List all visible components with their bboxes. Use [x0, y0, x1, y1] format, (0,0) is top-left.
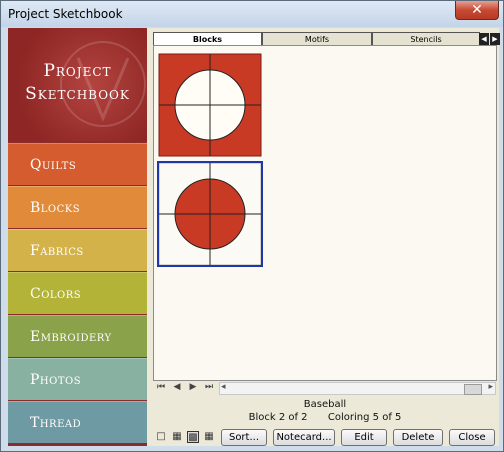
block-thumbnail-1[interactable] — [158, 53, 262, 157]
window-title: Project Sketchbook — [8, 7, 123, 21]
coloring-position: Coloring 5 of 5 — [327, 412, 402, 423]
tab-scroll-left-icon[interactable]: ◀ — [479, 33, 489, 45]
logo-line-1: Project — [43, 61, 112, 81]
block-name: Baseball — [303, 399, 347, 410]
view-small-icon[interactable]: ▩ — [187, 431, 199, 443]
sidebar-item-colors[interactable]: Colors — [8, 272, 147, 314]
block-thumbnail-2-selected[interactable] — [157, 161, 263, 267]
previous-page-icon[interactable]: ◀ — [171, 381, 183, 393]
sidebar-item-thread[interactable]: Thread — [8, 401, 147, 443]
tab-motifs[interactable]: Motifs — [262, 32, 372, 46]
tab-stencils[interactable]: Stencils — [372, 32, 480, 46]
sidebar: Project Sketchbook Quilts Blocks Fabrics… — [8, 28, 147, 446]
bottom-controls: ⏮ ◀ ▶ ⏭ ◂ ▸ Baseball Block 2 of 2 Colori… — [153, 381, 497, 446]
title-bar: Project Sketchbook ✕ — [1, 1, 503, 27]
view-tiny-icon[interactable]: ▦ — [203, 431, 215, 443]
view-medium-icon[interactable]: ▦ — [171, 431, 183, 443]
main-panel: Blocks Motifs Stencils ◀ ▶ ⏮ ◀ ▶ ⏭ ◂ ▸ B… — [147, 28, 500, 446]
delete-button[interactable]: Delete — [393, 429, 443, 446]
scrollbar-thumb[interactable] — [464, 384, 482, 395]
view-large-icon[interactable]: □ — [155, 431, 167, 443]
tab-blocks[interactable]: Blocks — [153, 32, 262, 46]
tab-bar: Blocks Motifs Stencils ◀ ▶ — [153, 32, 500, 46]
sidebar-item-fabrics[interactable]: Fabrics — [8, 229, 147, 271]
block-position: Block 2 of 2 — [248, 412, 308, 423]
first-page-icon[interactable]: ⏮ — [155, 381, 167, 393]
block-status-line: Block 2 of 2 Coloring 5 of 5 — [153, 412, 497, 423]
close-button[interactable]: Close — [449, 429, 495, 446]
baseball-block-red-icon — [158, 53, 262, 157]
sidebar-item-embroidery[interactable]: Embroidery — [8, 315, 147, 357]
edit-button[interactable]: Edit — [341, 429, 387, 446]
window-close-button[interactable]: ✕ — [455, 1, 499, 20]
last-page-icon[interactable]: ⏭ — [203, 381, 215, 393]
app-window: Project Sketchbook ✕ Project Sketchbook … — [0, 0, 504, 452]
logo-line-2: Sketchbook — [25, 84, 130, 104]
sidebar-item-quilts[interactable]: Quilts — [8, 143, 147, 185]
scroll-right-icon[interactable]: ▸ — [488, 382, 493, 392]
project-sketchbook-logo: Project Sketchbook — [8, 28, 147, 141]
scroll-left-icon[interactable]: ◂ — [221, 382, 226, 392]
horizontal-scrollbar[interactable]: ◂ ▸ — [219, 382, 496, 395]
sidebar-item-blocks[interactable]: Blocks — [8, 186, 147, 228]
sidebar-item-photos[interactable]: Photos — [8, 358, 147, 400]
tab-scroll-right-icon[interactable]: ▶ — [490, 33, 500, 45]
baseball-block-white-icon — [158, 162, 262, 266]
next-page-icon[interactable]: ▶ — [187, 381, 199, 393]
sort-button[interactable]: Sort... — [221, 429, 267, 446]
notecard-button[interactable]: Notecard... — [273, 429, 335, 446]
block-gallery — [153, 45, 497, 381]
